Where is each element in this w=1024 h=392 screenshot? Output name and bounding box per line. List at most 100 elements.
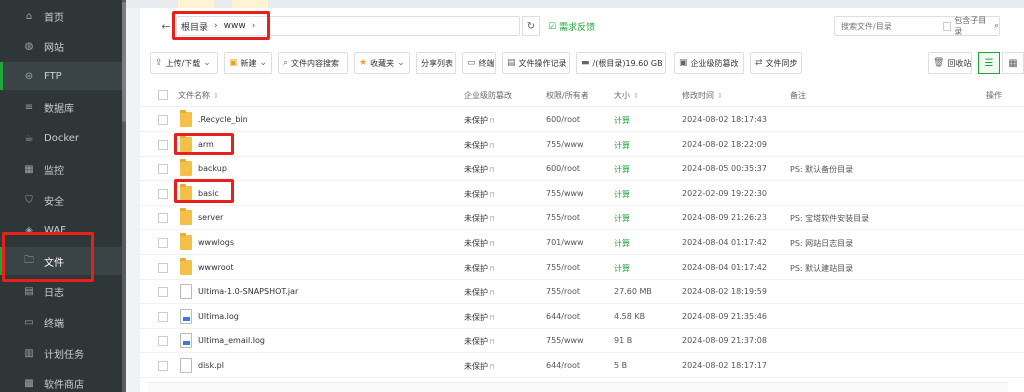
disk-button[interactable]: ▬/(根目录)19.60 GB [576,52,666,74]
sidebar-item-12[interactable]: ▩ 软件商店 [0,369,124,392]
permission[interactable]: 755/root [546,287,580,296]
permission[interactable]: 600/root [546,115,580,124]
favorites-button[interactable]: ★ 收藏夹 ⌄ [354,52,410,74]
sidebar-item-2[interactable]: ⊜ FTP [0,62,124,90]
sidebar-item-3[interactable]: ≡ 数据库 [0,93,124,121]
protect-status[interactable]: 未保护⊓ [464,164,494,175]
grid-view-button[interactable]: ▦ [1002,52,1024,74]
file-note[interactable]: PS: 默认备份目录 [790,164,853,175]
row-checkbox[interactable] [158,263,168,273]
protect-status[interactable]: 未保护⊓ [464,238,494,249]
table-row[interactable]: wwwlogs 未保护⊓ 701/www 计算 2024-08-04 01:17:42 P… [140,231,1024,255]
protect-status[interactable]: 未保护⊓ [464,336,494,347]
tab-2[interactable] [232,0,268,8]
protect-status[interactable]: 未保护⊓ [464,361,494,372]
file-name[interactable]: server [198,213,223,222]
share-list-button[interactable]: 分享列表 [416,52,456,74]
table-row[interactable]: Ultima-1.0-SNAPSHOT.jar 未保护⊓ 755/root 27.60… [140,280,1024,304]
row-checkbox[interactable] [158,213,168,223]
sidebar-item-11[interactable]: ▥ 计划任务 [0,339,124,367]
file-name[interactable]: disk.pl [198,361,224,370]
table-row[interactable]: .Recycle_bin 未保护⊓ 600/root 计算 2024-08-02 18:… [140,108,1024,132]
sidebar-item-5[interactable]: ▦ 监控 [0,155,124,183]
table-row[interactable]: backup 未保护⊓ 600/root 计算 2024-08-05 00:35:37 P… [140,157,1024,181]
file-size[interactable]: 计算 [614,263,630,274]
row-checkbox[interactable] [158,164,168,174]
table-row[interactable]: Ultima_email.log 未保护⊓ 755/www 91 B 2024-08-0… [140,329,1024,353]
search-input[interactable] [835,21,939,31]
table-row[interactable]: wwwroot 未保护⊓ 755/root 计算 2024-08-04 01:17:42… [140,256,1024,280]
file-name[interactable]: Ultima_email.log [198,336,265,345]
tab-1[interactable] [178,0,214,8]
file-size[interactable]: 计算 [614,213,630,224]
file-name[interactable]: wwwroot [198,263,234,272]
permission[interactable]: 600/root [546,164,580,173]
row-checkbox[interactable] [158,115,168,125]
row-checkbox[interactable] [158,238,168,248]
file-note[interactable]: PS: 宝塔软件安装目录 [790,213,869,224]
row-checkbox[interactable] [158,361,168,371]
terminal-button[interactable]: ▭ 终端 [462,52,496,74]
file-size[interactable]: 计算 [614,238,630,249]
file-size[interactable]: 计算 [614,140,630,151]
protect-status[interactable]: 未保护⊓ [464,140,494,151]
permission[interactable]: 755/www [546,189,584,198]
file-name[interactable]: Ultima.log [198,312,239,321]
recycle-bin-button[interactable]: 🗑 回收站 [928,52,972,74]
file-name[interactable]: Ultima-1.0-SNAPSHOT.jar [198,287,298,296]
sidebar-item-4[interactable]: ☕ Docker [0,124,124,152]
table-row[interactable]: disk.pl 未保护⊓ 644/root 5 B 2024-08-02 18:17:1… [140,354,1024,378]
table-row[interactable]: arm 未保护⊓ 755/www 计算 2024-08-02 18:22:09 [140,133,1024,157]
terminal-icon: ▭ [24,316,34,328]
permission[interactable]: 755/www [546,140,584,149]
feedback-link[interactable]: ☑ 需求反馈 [548,20,595,34]
new-button[interactable]: ▣ 新建 ⌄ [224,52,272,74]
sidebar-item-6[interactable]: ⛉ 安全 [0,186,124,214]
row-checkbox[interactable] [158,312,168,322]
file-name[interactable]: backup [198,164,227,173]
upload-download-button[interactable]: ⇪ 上传/下载 ⌄ [150,52,218,74]
enterprise-protect-button[interactable]: ▣ 企业级防篡改 [674,52,744,74]
protect-status[interactable]: 未保护⊓ [464,213,494,224]
header-name[interactable]: 文件名称 ⇕ [178,90,219,101]
select-all-checkbox[interactable] [158,90,168,100]
header-mtime[interactable]: 修改时间 ⇕ [682,90,723,101]
file-name[interactable]: wwwlogs [198,238,234,247]
file-note[interactable]: PS: 网站日志目录 [790,238,853,249]
protect-status[interactable]: 未保护⊓ [464,312,494,323]
file-note[interactable]: PS: 默认建站目录 [790,263,853,274]
file-sync-button[interactable]: ⇄ 文件同步 [750,52,802,74]
permission[interactable]: 755/root [546,213,580,222]
header-size[interactable]: 大小 ⇕ [614,90,639,101]
include-subdir-checkbox[interactable] [943,21,952,31]
protect-status[interactable]: 未保护⊓ [464,189,494,200]
table-row[interactable]: Ultima.log 未保护⊓ 644/root 4.58 KB 2024-08-09 … [140,305,1024,329]
table-row[interactable]: server 未保护⊓ 755/root 计算 2024-08-09 21:26:23 P… [140,206,1024,230]
list-view-button[interactable]: ☰ [978,52,1000,74]
permission[interactable]: 644/root [546,361,580,370]
table-row[interactable]: basic 未保护⊓ 755/www 计算 2022-02-09 19:22:30 [140,182,1024,206]
sidebar-item-0[interactable]: ⌂ 首页 [0,2,124,30]
op-log-button[interactable]: ▤ 文件操作记录 [502,52,570,74]
file-size[interactable]: 计算 [614,164,630,175]
protect-status[interactable]: 未保护⊓ [464,263,494,274]
permission[interactable]: 701/www [546,238,584,247]
permission[interactable]: 755/www [546,336,584,345]
refresh-button[interactable]: ↻ [522,16,540,36]
file-size[interactable]: 计算 [614,115,630,126]
permission[interactable]: 644/root [546,312,580,321]
protect-status[interactable]: 未保护⊓ [464,115,494,126]
sidebar-scrollbar[interactable] [122,0,126,392]
file-name[interactable]: .Recycle_bin [198,115,248,124]
row-checkbox[interactable] [158,189,168,199]
row-checkbox[interactable] [158,336,168,346]
sidebar-item-10[interactable]: ▭ 终端 [0,308,124,336]
protect-status[interactable]: 未保护⊓ [464,287,494,298]
permission[interactable]: 755/root [546,263,580,272]
row-checkbox[interactable] [158,287,168,297]
content-search-button[interactable]: ⌕ 文件内容搜索 [278,52,348,74]
row-checkbox[interactable] [158,140,168,150]
sidebar-item-1[interactable]: ◍ 网站 [0,32,124,60]
search-icon[interactable]: ⌕ [994,21,999,31]
file-size[interactable]: 计算 [614,189,630,200]
